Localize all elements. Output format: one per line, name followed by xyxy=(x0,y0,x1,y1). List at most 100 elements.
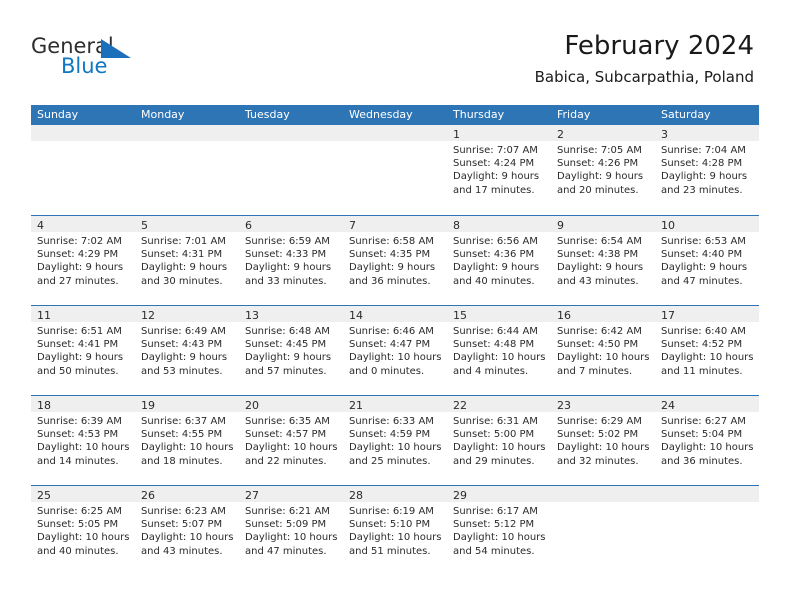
day-cell[interactable]: 4 Sunrise: 7:02 AM Sunset: 4:29 PM Daylight… xyxy=(31,216,135,305)
sunrise-text: Sunrise: 6:42 AM xyxy=(557,326,642,337)
day-number: 11 xyxy=(37,309,51,322)
daylight-text-cont: and 53 minutes. xyxy=(141,365,223,377)
day-cell[interactable]: 1 Sunrise: 7:07 AM Sunset: 4:24 PM Daylight… xyxy=(447,125,551,215)
day-number-band xyxy=(551,486,655,502)
daylight-text: Daylight: 9 hours xyxy=(37,262,124,274)
day-cell[interactable]: 24 Sunrise: 6:27 AM Sunset: 5:04 PM Dayligh… xyxy=(655,396,759,485)
sunset-text: Sunset: 4:40 PM xyxy=(661,249,743,261)
day-number: 18 xyxy=(37,399,51,412)
daylight-text-cont: and 36 minutes. xyxy=(661,455,743,467)
day-number-band: 28 xyxy=(343,486,447,502)
day-cell[interactable]: 27 Sunrise: 6:21 AM Sunset: 5:09 PM Dayligh… xyxy=(239,486,343,575)
day-cell[interactable]: 13 Sunrise: 6:48 AM Sunset: 4:45 PM Dayligh… xyxy=(239,306,343,395)
sunset-text: Sunset: 4:31 PM xyxy=(141,249,223,261)
day-cell-empty xyxy=(135,125,239,215)
daylight-text-cont: and 14 minutes. xyxy=(37,455,119,467)
day-details: Sunrise: 6:56 AM Sunset: 4:36 PM Daylight:… xyxy=(447,232,551,288)
day-cell[interactable]: 2 Sunrise: 7:05 AM Sunset: 4:26 PM Daylight… xyxy=(551,125,655,215)
sunset-text: Sunset: 5:10 PM xyxy=(349,519,431,531)
day-number: 3 xyxy=(661,128,668,141)
sunrise-text: Sunrise: 7:05 AM xyxy=(557,145,642,156)
sunset-text: Sunset: 5:07 PM xyxy=(141,519,223,531)
day-cell[interactable]: 19 Sunrise: 6:37 AM Sunset: 4:55 PM Dayligh… xyxy=(135,396,239,485)
day-cell[interactable]: 22 Sunrise: 6:31 AM Sunset: 5:00 PM Dayligh… xyxy=(447,396,551,485)
brand-logo[interactable]: General Blue xyxy=(31,36,231,86)
sunset-text: Sunset: 5:02 PM xyxy=(557,429,639,441)
day-cell[interactable]: 8 Sunrise: 6:56 AM Sunset: 4:36 PM Daylight… xyxy=(447,216,551,305)
day-number-band: 15 xyxy=(447,306,551,322)
day-details: Sunrise: 6:42 AM Sunset: 4:50 PM Daylight:… xyxy=(551,322,655,378)
calendar-week-row: 18 Sunrise: 6:39 AM Sunset: 4:53 PM Dayligh… xyxy=(31,395,759,485)
sunrise-text: Sunrise: 6:46 AM xyxy=(349,326,434,337)
day-number: 5 xyxy=(141,219,148,232)
day-number: 4 xyxy=(37,219,44,232)
day-cell[interactable]: 26 Sunrise: 6:23 AM Sunset: 5:07 PM Dayligh… xyxy=(135,486,239,575)
daylight-text-cont: and 11 minutes. xyxy=(661,365,743,377)
daylight-text-cont: and 40 minutes. xyxy=(453,275,535,287)
sunrise-text: Sunrise: 6:37 AM xyxy=(141,416,226,427)
day-cell[interactable]: 15 Sunrise: 6:44 AM Sunset: 4:48 PM Dayligh… xyxy=(447,306,551,395)
day-number-band xyxy=(343,125,447,141)
day-number-band: 1 xyxy=(447,125,551,141)
daylight-text: Daylight: 10 hours xyxy=(661,352,754,364)
sunrise-text: Sunrise: 6:29 AM xyxy=(557,416,642,427)
day-details: Sunrise: 6:46 AM Sunset: 4:47 PM Daylight:… xyxy=(343,322,447,378)
weekday-header-monday: Monday xyxy=(141,108,185,121)
day-number: 13 xyxy=(245,309,259,322)
day-cell[interactable]: 29 Sunrise: 6:17 AM Sunset: 5:12 PM Dayligh… xyxy=(447,486,551,575)
day-cell[interactable]: 5 Sunrise: 7:01 AM Sunset: 4:31 PM Daylight… xyxy=(135,216,239,305)
sunrise-text: Sunrise: 6:44 AM xyxy=(453,326,538,337)
daylight-text-cont: and 47 minutes. xyxy=(245,545,327,557)
day-cell[interactable]: 9 Sunrise: 6:54 AM Sunset: 4:38 PM Daylight… xyxy=(551,216,655,305)
day-cell[interactable]: 6 Sunrise: 6:59 AM Sunset: 4:33 PM Daylight… xyxy=(239,216,343,305)
sunset-text: Sunset: 4:57 PM xyxy=(245,429,327,441)
day-cell[interactable]: 17 Sunrise: 6:40 AM Sunset: 4:52 PM Dayligh… xyxy=(655,306,759,395)
day-number-band: 21 xyxy=(343,396,447,412)
daylight-text: Daylight: 10 hours xyxy=(141,532,234,544)
daylight-text: Daylight: 9 hours xyxy=(245,262,332,274)
day-cell[interactable]: 18 Sunrise: 6:39 AM Sunset: 4:53 PM Dayligh… xyxy=(31,396,135,485)
sunrise-text: Sunrise: 6:40 AM xyxy=(661,326,746,337)
daylight-text: Daylight: 10 hours xyxy=(453,532,546,544)
day-cell[interactable]: 7 Sunrise: 6:58 AM Sunset: 4:35 PM Daylight… xyxy=(343,216,447,305)
day-cell[interactable]: 14 Sunrise: 6:46 AM Sunset: 4:47 PM Dayligh… xyxy=(343,306,447,395)
day-number-band: 8 xyxy=(447,216,551,232)
day-cell[interactable]: 23 Sunrise: 6:29 AM Sunset: 5:02 PM Dayligh… xyxy=(551,396,655,485)
day-cell[interactable]: 20 Sunrise: 6:35 AM Sunset: 4:57 PM Dayligh… xyxy=(239,396,343,485)
day-cell[interactable]: 25 Sunrise: 6:25 AM Sunset: 5:05 PM Dayligh… xyxy=(31,486,135,575)
sunrise-text: Sunrise: 6:19 AM xyxy=(349,506,434,517)
day-cell[interactable]: 11 Sunrise: 6:51 AM Sunset: 4:41 PM Dayligh… xyxy=(31,306,135,395)
sunrise-text: Sunrise: 6:58 AM xyxy=(349,236,434,247)
calendar-grid: Sunday Monday Tuesday Wednesday Thursday Frid… xyxy=(31,105,759,575)
daylight-text-cont: and 4 minutes. xyxy=(453,365,529,377)
day-number-band: 4 xyxy=(31,216,135,232)
daylight-text-cont: and 20 minutes. xyxy=(557,184,639,196)
day-cell[interactable]: 21 Sunrise: 6:33 AM Sunset: 4:59 PM Dayligh… xyxy=(343,396,447,485)
day-number-band: 16 xyxy=(551,306,655,322)
day-number-band xyxy=(31,125,135,141)
daylight-text: Daylight: 9 hours xyxy=(661,262,748,274)
day-number: 14 xyxy=(349,309,363,322)
day-number: 6 xyxy=(245,219,252,232)
day-cell[interactable]: 28 Sunrise: 6:19 AM Sunset: 5:10 PM Dayligh… xyxy=(343,486,447,575)
daylight-text: Daylight: 9 hours xyxy=(245,352,332,364)
daylight-text-cont: and 30 minutes. xyxy=(141,275,223,287)
daylight-text-cont: and 32 minutes. xyxy=(557,455,639,467)
day-number-band: 29 xyxy=(447,486,551,502)
day-cell[interactable]: 16 Sunrise: 6:42 AM Sunset: 4:50 PM Dayligh… xyxy=(551,306,655,395)
sunset-text: Sunset: 5:12 PM xyxy=(453,519,535,531)
calendar-page: General Blue February 2024 Babica, Subca… xyxy=(0,0,792,612)
daylight-text: Daylight: 9 hours xyxy=(557,171,644,183)
day-cell[interactable]: 3 Sunrise: 7:04 AM Sunset: 4:28 PM Daylight… xyxy=(655,125,759,215)
daylight-text: Daylight: 9 hours xyxy=(453,262,540,274)
day-cell[interactable]: 10 Sunrise: 6:53 AM Sunset: 4:40 PM Dayligh… xyxy=(655,216,759,305)
day-number: 10 xyxy=(661,219,675,232)
sunset-text: Sunset: 4:36 PM xyxy=(453,249,535,261)
day-details: Sunrise: 6:37 AM Sunset: 4:55 PM Daylight:… xyxy=(135,412,239,468)
sunset-text: Sunset: 4:41 PM xyxy=(37,339,119,351)
day-cell[interactable]: 12 Sunrise: 6:49 AM Sunset: 4:43 PM Dayligh… xyxy=(135,306,239,395)
sunrise-text: Sunrise: 6:59 AM xyxy=(245,236,330,247)
sunset-text: Sunset: 4:53 PM xyxy=(37,429,119,441)
page-header: General Blue February 2024 Babica, Subca… xyxy=(0,0,792,100)
day-number: 26 xyxy=(141,489,155,502)
